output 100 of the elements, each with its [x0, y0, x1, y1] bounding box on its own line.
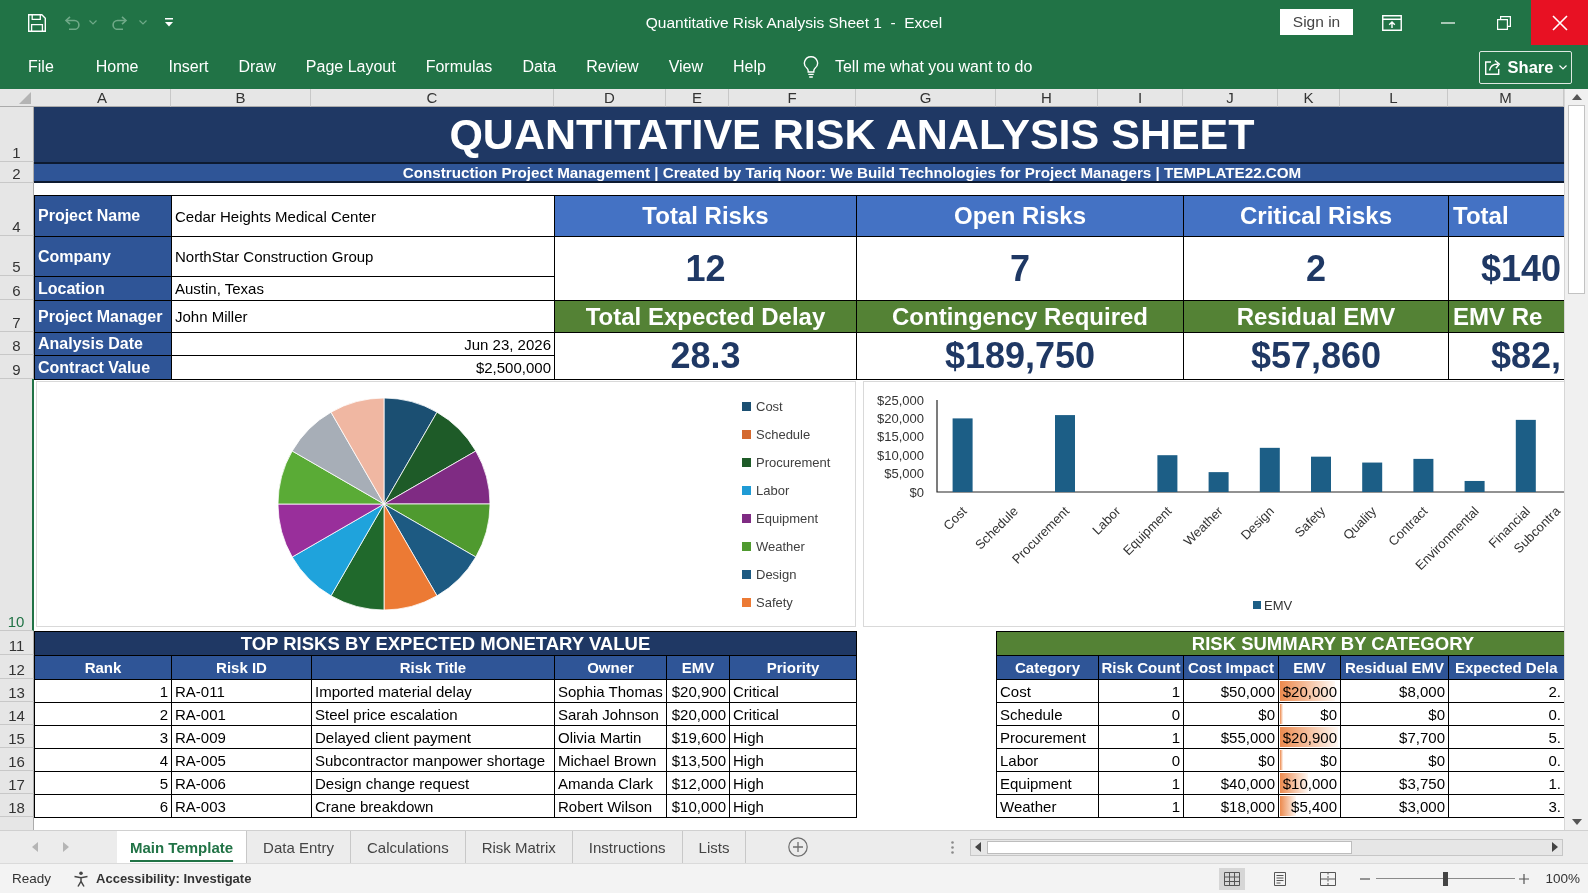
accessibility-status[interactable]: Accessibility: Investigate [96, 871, 252, 886]
sheet-tab[interactable]: Main Template [117, 831, 248, 863]
plus-circle-icon[interactable] [788, 837, 809, 857]
bar-caret-icon[interactable] [164, 18, 174, 27]
redo-icon[interactable] [111, 15, 129, 30]
table-header: Cost Impact [1183, 655, 1279, 680]
table-title: TOP RISKS BY EXPECTED MONETARY VALUE [34, 631, 857, 656]
ribbon-tab[interactable]: File [13, 52, 69, 82]
zoom-level[interactable]: 100% [1545, 871, 1580, 886]
table-header: Priority [729, 655, 857, 680]
vertical-dots-icon[interactable] [951, 840, 954, 854]
save-icon[interactable] [28, 13, 46, 32]
sign-in-button[interactable]: Sign in [1280, 8, 1353, 35]
ribbon-tab[interactable]: Home [80, 52, 154, 82]
close-icon [1551, 14, 1568, 31]
legend-label: Weather [756, 538, 805, 554]
table-header: Owner [554, 655, 667, 680]
table-header: Risk Title [311, 655, 555, 680]
ribbon-tab[interactable]: View [653, 52, 719, 82]
field-label: Analysis Date [34, 332, 172, 356]
legend-label: Schedule [756, 426, 811, 442]
caret-icon [1559, 64, 1568, 70]
kpi-label: Total Risks [554, 195, 857, 237]
grid-view-icon [1224, 871, 1241, 886]
window-title: Quantitative Risk Analysis Sheet 1 - Excel [645, 13, 943, 32]
tick-label: $25,000 [877, 392, 924, 408]
caret-icon[interactable] [89, 20, 97, 25]
minus-icon[interactable] [1360, 877, 1371, 880]
kpi-label: Contingency Required [856, 300, 1184, 333]
table-title: RISK SUMMARY BY CATEGORY [996, 631, 1564, 656]
field-label: Company [34, 236, 172, 277]
table-cell-value: $0 [1320, 705, 1337, 723]
ribbon-tab[interactable]: Formulas [410, 52, 508, 82]
row-header[interactable]: 10 [0, 379, 34, 631]
sheet-subtitle: Construction Project Management | Created by Tariq Noor: We Build Technologies for Project Managers | TEMPLATE22.COM [34, 162, 1564, 183]
table-header: Residual EMV [1340, 655, 1449, 680]
legend-label: Equipment [756, 510, 819, 526]
kpi-label: Critical Risks [1183, 195, 1449, 237]
close-button[interactable] [1531, 0, 1588, 45]
ribbon-tab[interactable]: Draw [223, 52, 291, 82]
window-arrow-icon[interactable] [1382, 14, 1402, 31]
legend-label: EMV [1264, 597, 1293, 613]
page-layout-icon [1272, 871, 1289, 886]
caret-icon[interactable] [139, 20, 147, 25]
page-break-icon [1320, 871, 1337, 886]
scroll-right-icon[interactable] [1552, 842, 1558, 852]
ribbon-tab[interactable]: Insert [153, 52, 224, 82]
tick-label: $0 [909, 484, 924, 500]
legend-label: Design [756, 566, 797, 582]
sheet-title: QUANTITATIVE RISK ANALYSIS SHEET [34, 107, 1564, 162]
plus-icon[interactable] [1519, 873, 1530, 884]
lightbulb-icon[interactable] [802, 56, 819, 78]
status-text: Ready [12, 871, 52, 886]
undo-icon[interactable] [63, 15, 81, 30]
kpi-label: Residual EMV [1183, 300, 1449, 333]
ribbon-tab[interactable]: Help [718, 52, 781, 82]
category-label: Cost [940, 503, 970, 534]
share-button[interactable]: Share [1479, 50, 1572, 84]
table-header: Category [996, 655, 1099, 680]
legend-label: Safety [756, 594, 793, 610]
scroll-up-icon[interactable] [1571, 94, 1582, 100]
table-header: Risk ID [171, 655, 312, 680]
tick-label: $15,000 [877, 429, 924, 445]
table-header: Rank [34, 655, 172, 680]
accessibility-icon[interactable] [73, 870, 90, 887]
table-cell-value: $20,000 [1282, 682, 1337, 700]
field-label: Project Manager [34, 300, 172, 333]
legend-label: Cost [756, 398, 783, 414]
zoom-slider-thumb[interactable] [1443, 871, 1449, 886]
table-cell-value: $20,900 [1282, 728, 1337, 746]
scroll-thumb[interactable] [987, 840, 1352, 854]
tick-label: $20,000 [877, 410, 924, 426]
view-button[interactable] [1219, 867, 1246, 890]
kpi-label: Open Risks [856, 195, 1184, 237]
ribbon-tab[interactable]: Review [571, 52, 654, 82]
ribbon-tab[interactable]: Data [507, 52, 572, 82]
table-header: Risk Count [1098, 655, 1184, 680]
scroll-down-icon[interactable] [1571, 819, 1582, 825]
restore-icon[interactable] [1497, 15, 1511, 30]
table-cell-value: $0 [1320, 751, 1337, 769]
table-header: Expected Dela [1448, 655, 1564, 680]
ribbon-tab[interactable]: Page Layout [290, 52, 411, 82]
minimize-icon[interactable] [1441, 21, 1455, 24]
table-cell: 6 [34, 794, 172, 818]
kpi-label: EMV Re [1448, 300, 1564, 333]
tick-label: $5,000 [884, 466, 924, 482]
field-label: Contract Value [34, 355, 172, 380]
table-cell: Weather [996, 794, 1099, 818]
scroll-thumb[interactable] [1568, 105, 1585, 294]
legend-label: Procurement [756, 454, 831, 470]
kpi-label: Total Expected Delay [554, 300, 857, 333]
field-label: Location [34, 276, 172, 301]
horizontal-scrollbar[interactable] [970, 838, 1563, 856]
table-cell-value: $5,400 [1291, 797, 1337, 815]
scroll-left-icon[interactable] [975, 842, 981, 852]
vertical-scrollbar[interactable] [1564, 89, 1588, 830]
tick-label: $10,000 [877, 447, 924, 463]
table-header: EMV [666, 655, 730, 680]
field-label: Project Name [34, 195, 172, 237]
tell-me-search[interactable]: Tell me what you want to do [834, 58, 1033, 76]
